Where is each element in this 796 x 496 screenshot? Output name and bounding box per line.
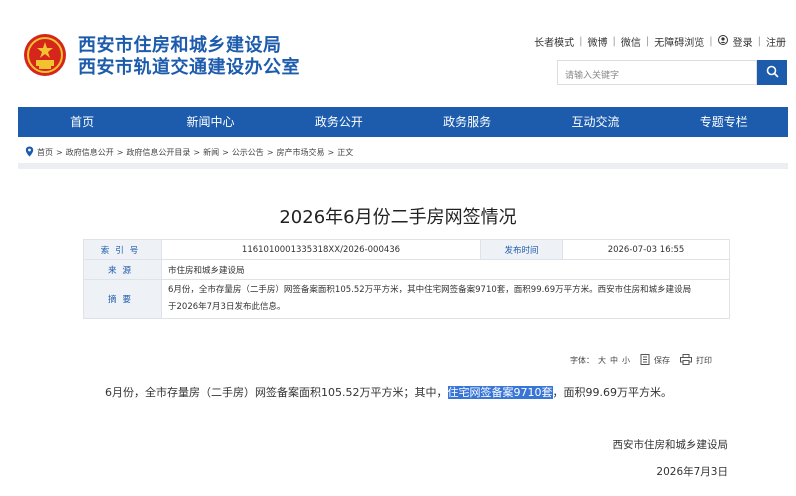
breadcrumb-real-estate[interactable]: 房产市场交易 — [277, 147, 325, 158]
publish-time-value: 2026-07-03 16:55 — [562, 239, 730, 260]
divider: | — [709, 36, 713, 47]
font-medium-button[interactable]: 中 — [610, 355, 618, 366]
breadcrumb-separator: > — [266, 148, 274, 157]
body-text: 6月份，全市存量房（二手房）网签备案面积105.52万平方米；其中， — [105, 386, 448, 399]
save-icon[interactable] — [640, 354, 650, 367]
breadcrumb-gov-info[interactable]: 政府信息公开 — [66, 147, 114, 158]
print-icon[interactable] — [680, 354, 692, 367]
content-panel-top — [18, 163, 788, 169]
breadcrumb-gov-info-catalog[interactable]: 政府信息公开目录 — [126, 147, 190, 158]
breadcrumb-separator: > — [116, 148, 124, 157]
index-value: 116101000133531​8XX/2026-000436 — [161, 239, 481, 260]
breadcrumb-separator: > — [327, 148, 335, 157]
location-pin-icon — [25, 146, 34, 159]
search-button[interactable] — [757, 60, 787, 85]
breadcrumb-separator: > — [56, 148, 63, 157]
main-nav: 首页 新闻中心 政务公开 政务服务 互动交流 专题专栏 — [18, 107, 788, 137]
info-metadata-table: 索引号 116101000133531​8XX/2026-000436 发布时间… — [83, 239, 730, 319]
save-button[interactable]: 保存 — [654, 355, 670, 366]
nav-government-services[interactable]: 政务服务 — [403, 107, 531, 137]
breadcrumb-current: 正文 — [337, 148, 354, 157]
source-value: 市住房和城乡建设局 — [161, 259, 730, 280]
divider: | — [579, 36, 583, 47]
divider: | — [612, 36, 616, 47]
nav-government-affairs[interactable]: 政务公开 — [275, 107, 403, 137]
article-tools: 字体： 大 中 小 保存 打印 — [570, 354, 712, 367]
index-label: 索引号 — [83, 239, 162, 260]
nav-home[interactable]: 首页 — [18, 107, 146, 137]
source-label: 来源 — [83, 259, 162, 280]
article-signature: 西安市住房和城乡建设局 — [612, 439, 729, 451]
publish-time-label: 发布时间 — [480, 239, 563, 260]
abstract-value: 6月份，全市存量房（二手房）网签备案面积105.52万平方米，其中住宅网签备案9… — [161, 279, 730, 319]
elder-mode-link[interactable]: 长者模式 — [534, 34, 574, 49]
breadcrumb: 首页 > 政府信息公开 > 政府信息公开目录 > 新闻 > 公示公告 > 房产市场交易 > … — [25, 146, 353, 159]
breadcrumb-news[interactable]: 新闻 — [203, 147, 219, 158]
nav-special-topics[interactable]: 专题专栏 — [660, 107, 788, 137]
breadcrumb-separator: > — [222, 148, 229, 157]
font-small-button[interactable]: 小 — [622, 355, 630, 366]
print-button[interactable]: 打印 — [696, 355, 712, 366]
abstract-line: 于2026年7月3日发布此信息。 — [168, 302, 286, 312]
national-emblem-logo — [23, 33, 67, 77]
article-date: 2026年7月3日 — [656, 466, 728, 478]
top-links: 长者模式 | 微博 | 微信 | 无障碍浏览 | 登录 | 注册 — [534, 34, 786, 49]
breadcrumb-announcements[interactable]: 公示公告 — [232, 147, 264, 158]
weibo-link[interactable]: 微博 — [588, 34, 608, 49]
divider: | — [645, 36, 650, 47]
nav-news-center[interactable]: 新闻中心 — [146, 107, 274, 137]
font-large-button[interactable]: 大 — [598, 355, 606, 366]
article-title: 2026年6月份二手房网签情况 — [279, 207, 517, 228]
org-title[interactable]: 西安市住房和城乡建设局 西安市轨道交通建设办公室 — [78, 35, 300, 79]
org-name-line1: 西安市住房和城乡建设局 — [78, 35, 282, 56]
nav-interaction[interactable]: 互动交流 — [531, 107, 659, 137]
search-input[interactable]: 请输入关键字 — [557, 60, 757, 85]
abstract-line: 6月份，全市存量房（二手房）网签备案面积105.52万平方米，其中住宅网签备案9… — [168, 285, 692, 295]
user-icon — [717, 35, 728, 48]
search-icon — [766, 63, 779, 82]
login-link[interactable]: 登录 — [733, 34, 753, 49]
abstract-label: 摘要 — [83, 279, 162, 319]
divider: | — [757, 36, 761, 47]
selected-text[interactable]: 住宅网签备案9710套 — [447, 386, 553, 399]
article-body-paragraph: 6月份，全市存量房（二手房）网签备案面积105.52万平方米；其中，住宅网签备案… — [105, 384, 672, 400]
font-size-label: 字体： — [570, 356, 594, 365]
breadcrumb-separator: > — [193, 148, 201, 157]
breadcrumb-home[interactable]: 首页 — [37, 147, 53, 158]
wechat-link[interactable]: 微信 — [621, 34, 641, 49]
register-link[interactable]: 注册 — [766, 34, 786, 49]
org-name-line2: 西安市轨道交通建设办公室 — [78, 57, 300, 78]
body-text: ，面积99.69万平方米。 — [552, 386, 673, 399]
accessibility-link[interactable]: 无障碍浏览 — [654, 34, 704, 49]
